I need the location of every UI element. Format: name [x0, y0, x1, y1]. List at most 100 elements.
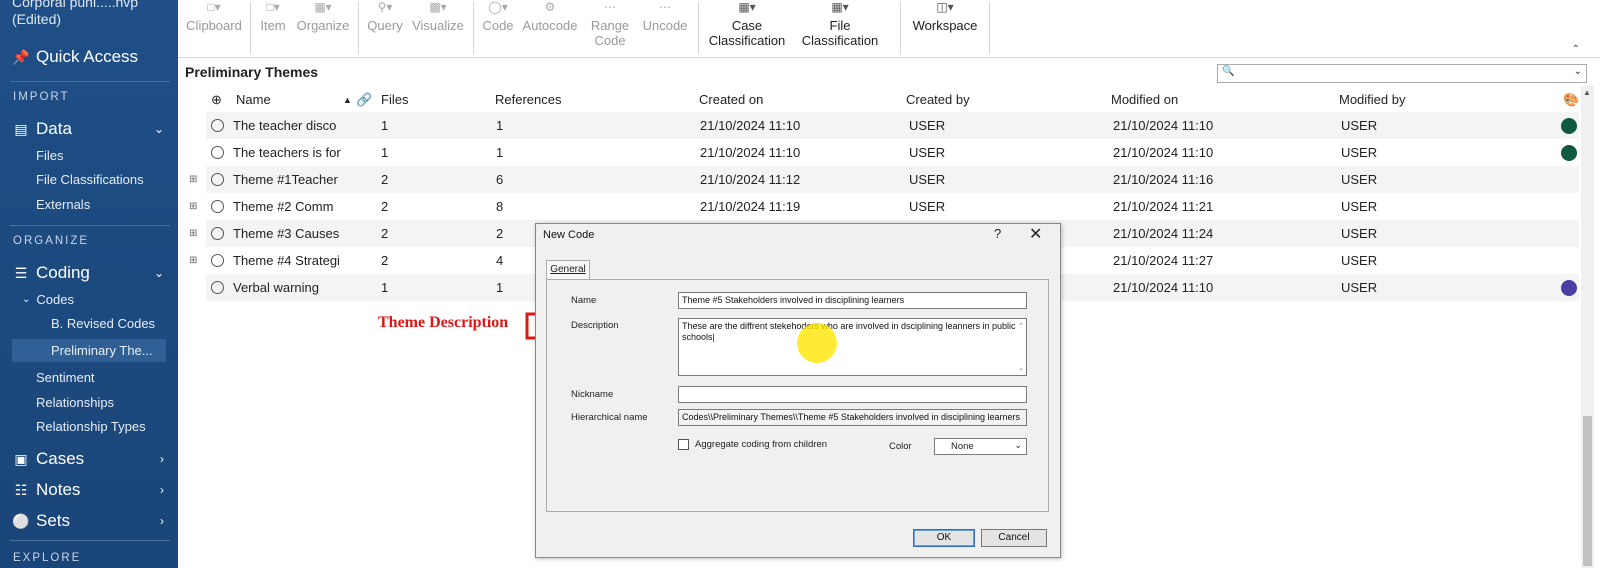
scrollbar-thumb[interactable]: [1583, 416, 1592, 566]
code-node-icon: [211, 119, 224, 132]
cell-files: 1: [381, 280, 389, 295]
cell-refs: 6: [496, 172, 504, 187]
sidebar-item-preliminary-themes[interactable]: Preliminary The...: [12, 339, 166, 362]
code-node-icon: [211, 281, 224, 294]
name-label: Name: [571, 295, 597, 306]
organize-icon: ▦▾: [314, 0, 332, 14]
coding-icon: ☰: [14, 264, 28, 281]
section-explore: EXPLORE: [13, 552, 82, 564]
sidebar-item-sentiment[interactable]: Sentiment: [0, 366, 178, 388]
column-header-files[interactable]: Files: [381, 92, 408, 107]
cell-refs: 4: [496, 253, 504, 268]
item-icon: □▾: [266, 0, 280, 14]
navigation-sidebar: Corporal puni.....nvp (Edited) 📌 Quick A…: [0, 0, 178, 568]
nickname-field[interactable]: [678, 386, 1027, 403]
sidebar-cases[interactable]: ▣ Cases ›: [0, 447, 178, 471]
cancel-button[interactable]: Cancel: [981, 529, 1047, 547]
expand-icon[interactable]: ⊞: [189, 255, 197, 266]
column-header-references[interactable]: References: [495, 92, 561, 107]
chevron-down-icon: ⌄: [1014, 440, 1022, 450]
table-row[interactable]: ⊞ Theme #2 Comm 2 8 21/10/2024 11:19 USER 21/1…: [189, 193, 1579, 220]
clipboard-button[interactable]: □▾ Clipboard: [184, 0, 244, 33]
chevron-down-icon[interactable]: ⌄: [1574, 66, 1582, 77]
cell-modified-by: USER: [1341, 280, 1378, 295]
cell-refs: 1: [496, 118, 504, 133]
search-icon: 🔍: [1222, 66, 1235, 77]
organize-button[interactable]: ▦▾ Organize: [295, 0, 351, 33]
tab-general[interactable]: General: [546, 260, 590, 279]
item-button[interactable]: □▾ Item: [258, 0, 288, 33]
chevron-right-icon: ›: [160, 483, 164, 497]
sidebar-item-relationship-types[interactable]: Relationship Types: [0, 415, 178, 437]
column-header-created-on[interactable]: Created on: [699, 92, 763, 107]
database-icon: ▤: [14, 120, 28, 137]
query-button[interactable]: ⚲▾ Query: [364, 0, 406, 33]
uncode-button[interactable]: ⋯ Uncode: [639, 0, 691, 33]
search-input[interactable]: 🔍 ⌄: [1217, 64, 1587, 83]
section-import: IMPORT: [13, 91, 70, 103]
cell-modified-on: 21/10/2024 11:10: [1113, 145, 1214, 160]
sidebar-notes[interactable]: ☷ Notes ›: [0, 478, 178, 502]
uncode-icon: ⋯: [659, 0, 671, 14]
file-classification-button[interactable]: ▦▾ File Classification: [798, 0, 882, 48]
cell-files: 2: [381, 253, 389, 268]
cases-icon: ▣: [14, 450, 28, 467]
dialog-title: New Code: [543, 229, 595, 241]
sidebar-item-files[interactable]: Files: [0, 144, 178, 166]
cell-name: Theme #1Teacher: [233, 172, 338, 187]
autocode-button[interactable]: ⚙ Autocode: [520, 0, 580, 33]
chevron-down-icon: ⌄: [22, 293, 31, 305]
autocode-icon: ⚙: [544, 0, 556, 14]
help-button[interactable]: ?: [994, 226, 1001, 241]
sidebar-coding[interactable]: ☰ Coding ⌄: [0, 261, 178, 285]
expand-icon[interactable]: ⊞: [189, 201, 197, 212]
column-header-modified-by[interactable]: Modified by: [1339, 92, 1405, 107]
sidebar-item-revised-codes[interactable]: B. Revised Codes: [0, 312, 178, 334]
palette-icon[interactable]: 🎨: [1563, 92, 1579, 108]
section-organize: ORGANIZE: [13, 235, 90, 247]
column-header-created-by[interactable]: Created by: [906, 92, 970, 107]
scroll-up-icon[interactable]: ⌃: [1018, 321, 1024, 332]
notes-icon: ☷: [14, 481, 28, 498]
table-row[interactable]: ⊞ Theme #1Teacher 2 6 21/10/2024 11:12 USER 21…: [189, 166, 1579, 193]
cell-modified-on: 21/10/2024 11:10: [1113, 280, 1214, 295]
sidebar-sets[interactable]: ⚪ Sets ›: [0, 509, 178, 533]
sidebar-item-codes[interactable]: ⌄ Codes: [0, 288, 178, 310]
cell-created-by: USER: [909, 172, 946, 187]
scroll-up-icon[interactable]: ▲: [1583, 88, 1591, 97]
scroll-down-icon[interactable]: ⌄: [1018, 363, 1024, 374]
expand-icon[interactable]: ⊞: [189, 228, 197, 239]
chart-icon: ▩▾: [429, 0, 447, 14]
close-icon[interactable]: ✕: [1029, 224, 1042, 244]
sidebar-data[interactable]: ▤ Data ⌄: [0, 117, 178, 141]
aggregate-checkbox[interactable]: [678, 439, 689, 450]
cell-modified-on: 21/10/2024 11:16: [1113, 172, 1214, 187]
vertical-scrollbar[interactable]: ▲: [1581, 86, 1594, 568]
code-node-icon: [211, 200, 224, 213]
sidebar-item-relationships[interactable]: Relationships: [0, 391, 178, 413]
workspace-button[interactable]: ◫▾ Workspace: [909, 0, 981, 33]
color-dot: [1561, 145, 1577, 161]
sidebar-item-externals[interactable]: Externals: [0, 193, 178, 215]
name-field[interactable]: Theme #5 Stakeholders involved in discip…: [678, 292, 1027, 309]
column-header-modified-on[interactable]: Modified on: [1111, 92, 1178, 107]
case-classification-button[interactable]: ▦▾ Case Classification: [705, 0, 789, 48]
table-row[interactable]: The teacher disco 1 1 21/10/2024 11:10 USER 2…: [206, 112, 1579, 139]
quick-access[interactable]: 📌 Quick Access: [0, 44, 178, 70]
visualize-button[interactable]: ▩▾ Visualize: [410, 0, 466, 33]
add-code-icon[interactable]: ⊕: [211, 92, 222, 108]
cell-created-by: USER: [909, 145, 946, 160]
cell-refs: 2: [496, 226, 504, 241]
color-select[interactable]: None ⌄: [934, 438, 1027, 455]
color-dot: [1561, 280, 1577, 296]
link-icon: 🔗: [356, 92, 373, 107]
expand-icon[interactable]: ⊞: [189, 174, 197, 185]
ok-button[interactable]: OK: [913, 529, 975, 547]
code-button[interactable]: ◯▾ Code: [480, 0, 516, 33]
column-header-name[interactable]: Name: [236, 92, 271, 107]
table-row[interactable]: The teachers is for 1 1 21/10/2024 11:10 USE…: [206, 139, 1579, 166]
sidebar-item-file-classifications[interactable]: File Classifications: [0, 168, 178, 190]
description-field[interactable]: These are the diffrent stekehoders who a…: [678, 318, 1027, 376]
range-code-button[interactable]: ⋯ Range Code: [587, 0, 633, 48]
collapse-ribbon-icon[interactable]: ⌃: [1572, 44, 1580, 55]
